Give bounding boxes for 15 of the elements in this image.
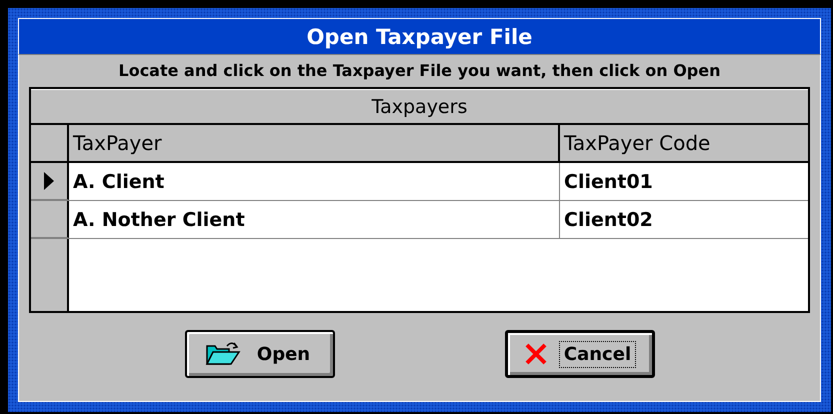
open-button[interactable]: Open xyxy=(184,330,334,378)
column-header[interactable]: TaxPayer Code xyxy=(560,125,808,163)
cancel-button[interactable]: Cancel xyxy=(504,330,654,378)
column-header[interactable]: TaxPayer xyxy=(69,125,560,163)
grid-caption: Taxpayers xyxy=(31,89,808,125)
table-cell-text: Client02 xyxy=(563,208,654,232)
table-cell: A. Client xyxy=(69,163,560,200)
row-selector[interactable] xyxy=(31,201,69,238)
row-selector[interactable] xyxy=(31,163,69,200)
table-cell: A. Nother Client xyxy=(69,201,560,238)
window-title: Open Taxpayer File xyxy=(18,18,821,54)
instruction-text: Locate and click on the Taxpayer File you want, then click on Open xyxy=(118,61,722,82)
table-cell-text: Client01 xyxy=(563,170,654,194)
close-icon xyxy=(524,342,548,366)
open-folder-icon xyxy=(204,340,241,368)
